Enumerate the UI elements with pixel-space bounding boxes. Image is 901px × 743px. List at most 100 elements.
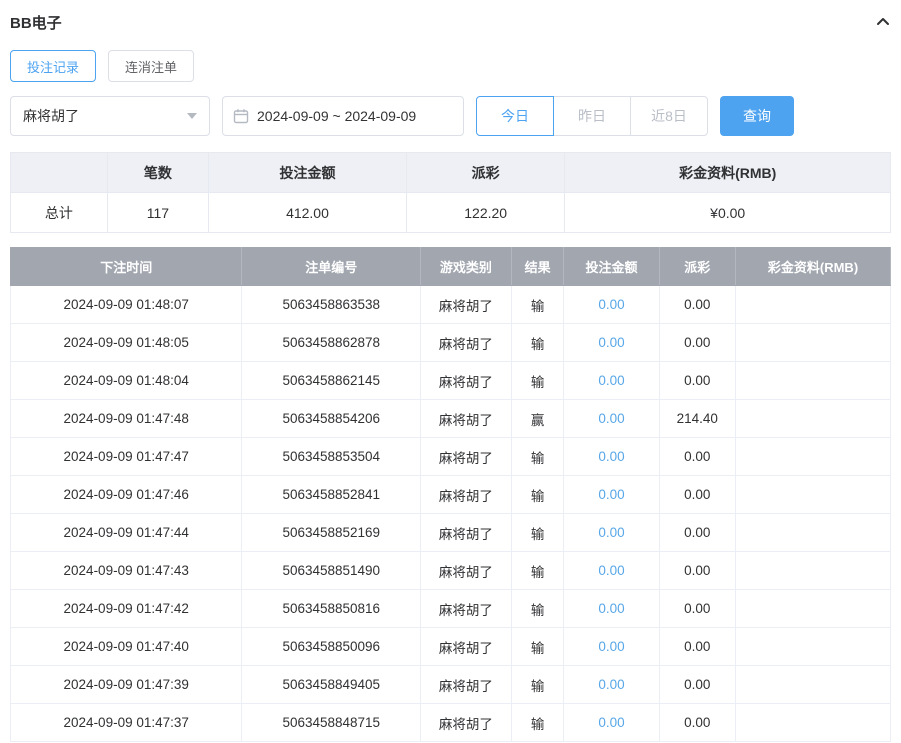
cell-result: 赢 (510, 399, 565, 438)
cell-result: 输 (510, 665, 565, 704)
header-result: 结果 (510, 247, 565, 286)
cell-payout: 0.00 (658, 513, 737, 552)
summary-table: 笔数 投注金额 派彩 彩金资料(RMB) 总计 117 412.00 122.2… (10, 152, 891, 233)
cell-bet-amount: 0.00 (563, 399, 660, 438)
cell-game-type: 麻将胡了 (420, 589, 512, 628)
bet-amount-link[interactable]: 0.00 (598, 411, 624, 426)
table-row: 2024-09-09 01:47:48 5063458854206 麻将胡了赢 0.0… (9, 399, 891, 438)
cell-bet-amount: 0.00 (563, 475, 660, 514)
cell-bonus (735, 437, 891, 476)
bet-amount-link[interactable]: 0.00 (598, 449, 624, 464)
cell-bet-time: 2024-09-09 01:47:42 (9, 589, 243, 628)
cell-bet-time: 2024-09-09 01:47:43 (9, 551, 243, 590)
cell-result: 输 (510, 323, 565, 362)
cell-game-type: 麻将胡了 (420, 437, 512, 476)
bet-amount-link[interactable]: 0.00 (598, 715, 624, 730)
cell-bet-time: 2024-09-09 01:48:05 (9, 323, 243, 362)
bet-amount-link[interactable]: 0.00 (598, 297, 624, 312)
bet-amount-link[interactable]: 0.00 (598, 563, 624, 578)
cell-bet-amount: 0.00 (563, 665, 660, 704)
summary-bet-amount-value: 412.00 (207, 192, 407, 233)
cell-bonus (735, 703, 891, 742)
search-button[interactable]: 查询 (720, 96, 794, 136)
cell-game-type: 麻将胡了 (420, 475, 512, 514)
cell-game-type: 麻将胡了 (420, 399, 512, 438)
cell-order-no: 5063458862145 (241, 361, 422, 400)
cell-bet-time: 2024-09-09 01:47:37 (9, 703, 243, 742)
cell-bet-amount: 0.00 (563, 627, 660, 666)
tab-bet-records[interactable]: 投注记录 (10, 50, 97, 82)
cell-bet-time: 2024-09-09 01:47:48 (9, 399, 243, 438)
cell-bet-amount: 0.00 (563, 285, 660, 324)
cell-bonus (735, 361, 891, 400)
cell-order-no: 5063458850096 (241, 627, 422, 666)
bet-amount-link[interactable]: 0.00 (598, 335, 624, 350)
summary-header-payout: 派彩 (405, 152, 566, 193)
bet-amount-link[interactable]: 0.00 (598, 487, 624, 502)
cell-game-type: 麻将胡了 (420, 323, 512, 362)
header-order-no: 注单编号 (241, 247, 422, 286)
bet-amount-link[interactable]: 0.00 (598, 373, 624, 388)
cell-payout: 214.40 (658, 399, 737, 438)
cell-bet-amount: 0.00 (563, 437, 660, 476)
table-row: 2024-09-09 01:47:37 5063458848715 麻将胡了输 0.0… (9, 703, 891, 742)
last-8-days-button[interactable]: 近8日 (630, 96, 708, 136)
cell-bet-time: 2024-09-09 01:47:44 (9, 513, 243, 552)
bet-amount-link[interactable]: 0.00 (598, 601, 624, 616)
header-payout: 派彩 (658, 247, 737, 286)
bet-records-table: 下注时间 注单编号 游戏类别 结果 投注金额 派彩 彩金资料(RMB) 2024… (9, 247, 891, 742)
cell-result: 输 (510, 551, 565, 590)
cell-result: 输 (510, 361, 565, 400)
table-row: 2024-09-09 01:47:39 5063458849405 麻将胡了输 0.0… (9, 665, 891, 704)
cell-bonus (735, 285, 891, 324)
cell-bet-time: 2024-09-09 01:47:40 (9, 627, 243, 666)
summary-total-label: 总计 (10, 192, 108, 233)
cell-payout: 0.00 (658, 437, 737, 476)
yesterday-button[interactable]: 昨日 (553, 96, 631, 136)
cell-game-type: 麻将胡了 (420, 361, 512, 400)
header-game-type: 游戏类别 (420, 247, 512, 286)
summary-payout-value: 122.20 (405, 192, 566, 233)
page-title: BB电子 (10, 14, 62, 32)
cell-result: 输 (510, 627, 565, 666)
cell-bet-time: 2024-09-09 01:48:07 (9, 285, 243, 324)
table-row: 2024-09-09 01:47:43 5063458851490 麻将胡了输 0.0… (9, 551, 891, 590)
today-button[interactable]: 今日 (476, 96, 554, 136)
cell-bet-amount: 0.00 (563, 589, 660, 628)
game-type-select[interactable]: 麻将胡了 (10, 96, 210, 136)
cell-payout: 0.00 (658, 627, 737, 666)
summary-header-bet-amount: 投注金额 (207, 152, 407, 193)
summary-total-row: 总计 117 412.00 122.20 ¥0.00 (10, 192, 891, 233)
cell-bet-amount: 0.00 (563, 551, 660, 590)
cell-order-no: 5063458849405 (241, 665, 422, 704)
cell-result: 输 (510, 475, 565, 514)
bet-amount-link[interactable]: 0.00 (598, 525, 624, 540)
cell-order-no: 5063458850816 (241, 589, 422, 628)
cell-order-no: 5063458852841 (241, 475, 422, 514)
table-row: 2024-09-09 01:47:44 5063458852169 麻将胡了输 0.0… (9, 513, 891, 552)
cell-payout: 0.00 (658, 285, 737, 324)
cell-bet-time: 2024-09-09 01:47:39 (9, 665, 243, 704)
summary-header-row: 笔数 投注金额 派彩 彩金资料(RMB) (10, 152, 891, 193)
cell-bet-amount: 0.00 (563, 323, 660, 362)
cell-game-type: 麻将胡了 (420, 551, 512, 590)
bet-table-body: 2024-09-09 01:48:07 5063458863538 麻将胡了输 0.0… (9, 285, 891, 742)
table-row: 2024-09-09 01:47:47 5063458853504 麻将胡了输 0.0… (9, 437, 891, 476)
summary-header-count: 笔数 (106, 152, 209, 193)
header-bonus: 彩金资料(RMB) (735, 247, 891, 286)
tab-cascading-orders[interactable]: 连消注单 (108, 50, 195, 82)
bet-amount-link[interactable]: 0.00 (598, 677, 624, 692)
cell-bet-amount: 0.00 (563, 361, 660, 400)
bet-amount-link[interactable]: 0.00 (598, 639, 624, 654)
cell-result: 输 (510, 589, 565, 628)
date-range-input[interactable]: 2024-09-09 ~ 2024-09-09 (222, 96, 464, 136)
summary-count-value: 117 (106, 192, 209, 233)
cell-bet-time: 2024-09-09 01:48:04 (9, 361, 243, 400)
cell-result: 输 (510, 513, 565, 552)
chevron-up-icon[interactable] (875, 14, 891, 30)
cell-order-no: 5063458853504 (241, 437, 422, 476)
cell-result: 输 (510, 285, 565, 324)
cell-bonus (735, 665, 891, 704)
cell-bonus (735, 551, 891, 590)
cell-order-no: 5063458854206 (241, 399, 422, 438)
